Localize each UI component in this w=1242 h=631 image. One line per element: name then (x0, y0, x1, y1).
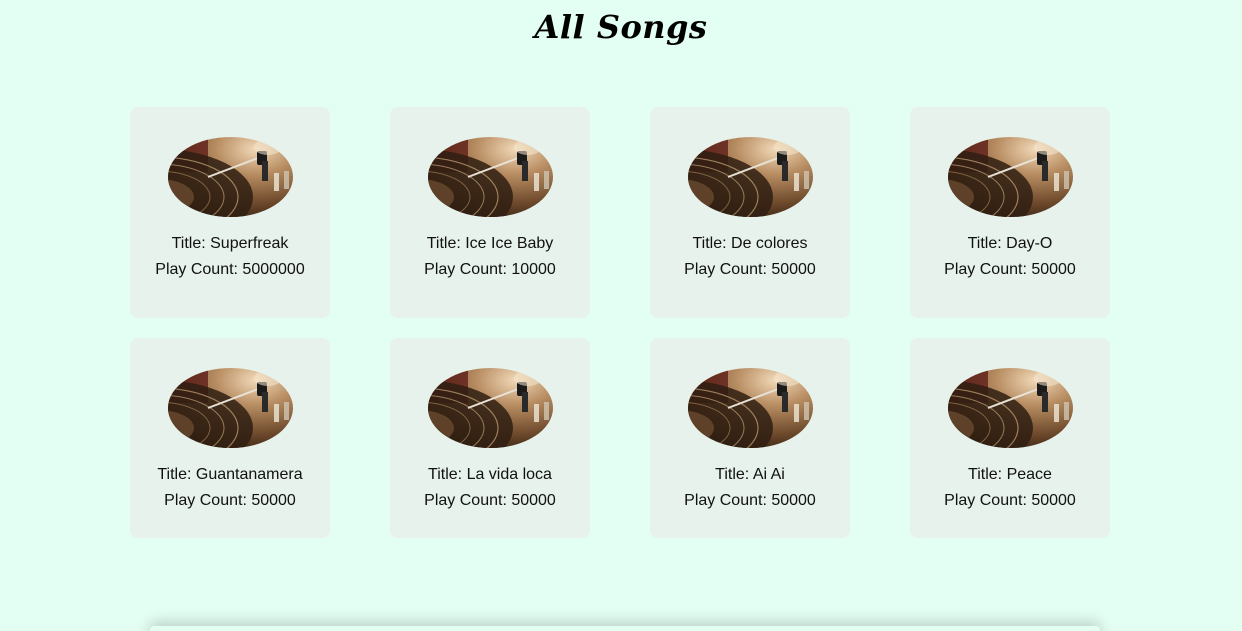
vinyl-turntable-image (687, 368, 813, 448)
page-title: All Songs (534, 8, 708, 46)
song-title: Title: Guantanamera (142, 466, 318, 484)
vinyl-turntable-image (167, 368, 293, 448)
title-value: Superfreak (210, 235, 289, 252)
song-title: Title: Ice Ice Baby (402, 235, 578, 253)
play-count-value: 10000 (511, 261, 556, 278)
vinyl-turntable-image (167, 137, 293, 217)
title-label: Title: (692, 235, 732, 252)
title-label: Title: (967, 235, 1007, 252)
play-count-label: Play Count: (424, 492, 512, 509)
play-count-value: 5000000 (242, 261, 305, 278)
song-card[interactable]: Title: La vida loca Play Count: 50000 (390, 338, 590, 538)
vinyl-turntable-image (427, 368, 553, 448)
title-value: Day-O (1006, 235, 1053, 252)
song-card[interactable]: Title: Superfreak Play Count: 5000000 (130, 107, 330, 318)
title-value: Ai Ai (752, 466, 785, 483)
title-label: Title: (426, 235, 466, 252)
song-play-count: Play Count: 50000 (922, 492, 1098, 510)
song-play-count: Play Count: 50000 (922, 261, 1098, 279)
bottom-panel (150, 626, 1100, 631)
title-label: Title: (715, 466, 753, 483)
song-title: Title: Peace (922, 466, 1098, 484)
play-count-label: Play Count: (424, 261, 512, 278)
song-title: Title: Ai Ai (662, 466, 838, 484)
vinyl-turntable-image (947, 368, 1073, 448)
song-play-count: Play Count: 5000000 (142, 261, 318, 279)
song-grid: Title: Superfreak Play Count: 5000000 Ti… (130, 107, 1110, 538)
song-card[interactable]: Title: De colores Play Count: 50000 (650, 107, 850, 318)
title-value: Ice Ice Baby (465, 235, 554, 252)
title-value: De colores (731, 235, 808, 252)
title-label: Title: (157, 466, 196, 483)
title-value: La vida loca (466, 466, 552, 483)
song-title: Title: De colores (662, 235, 838, 253)
title-label: Title: (968, 466, 1007, 483)
play-count-label: Play Count: (164, 492, 252, 509)
title-value: Guantanamera (195, 466, 303, 483)
song-card[interactable]: Title: Ai Ai Play Count: 50000 (650, 338, 850, 538)
play-count-value: 50000 (1031, 261, 1076, 278)
title-value: Peace (1006, 466, 1052, 483)
song-card[interactable]: Title: Ice Ice Baby Play Count: 10000 (390, 107, 590, 318)
play-count-label: Play Count: (684, 492, 772, 509)
play-count-label: Play Count: (944, 261, 1032, 278)
song-title: Title: Superfreak (142, 235, 318, 253)
song-play-count: Play Count: 50000 (662, 492, 838, 510)
title-label: Title: (428, 466, 467, 483)
song-card[interactable]: Title: Peace Play Count: 50000 (910, 338, 1110, 538)
play-count-value: 50000 (251, 492, 296, 509)
song-title: Title: La vida loca (402, 466, 578, 484)
play-count-value: 50000 (771, 492, 816, 509)
play-count-label: Play Count: (944, 492, 1032, 509)
vinyl-turntable-image (947, 137, 1073, 217)
song-play-count: Play Count: 50000 (142, 492, 318, 510)
song-card[interactable]: Title: Guantanamera Play Count: 50000 (130, 338, 330, 538)
songs-page: All Songs Title: Superfreak Play Count: … (0, 0, 1242, 631)
song-title: Title: Day-O (922, 235, 1098, 253)
song-play-count: Play Count: 50000 (662, 261, 838, 279)
play-count-value: 50000 (511, 492, 556, 509)
title-label: Title: (171, 235, 211, 252)
play-count-label: Play Count: (684, 261, 772, 278)
vinyl-turntable-image (427, 137, 553, 217)
song-play-count: Play Count: 50000 (402, 492, 578, 510)
play-count-value: 50000 (1031, 492, 1076, 509)
play-count-value: 50000 (771, 261, 816, 278)
song-play-count: Play Count: 10000 (402, 261, 578, 279)
vinyl-turntable-image (687, 137, 813, 217)
song-card[interactable]: Title: Day-O Play Count: 50000 (910, 107, 1110, 318)
play-count-label: Play Count: (155, 261, 243, 278)
